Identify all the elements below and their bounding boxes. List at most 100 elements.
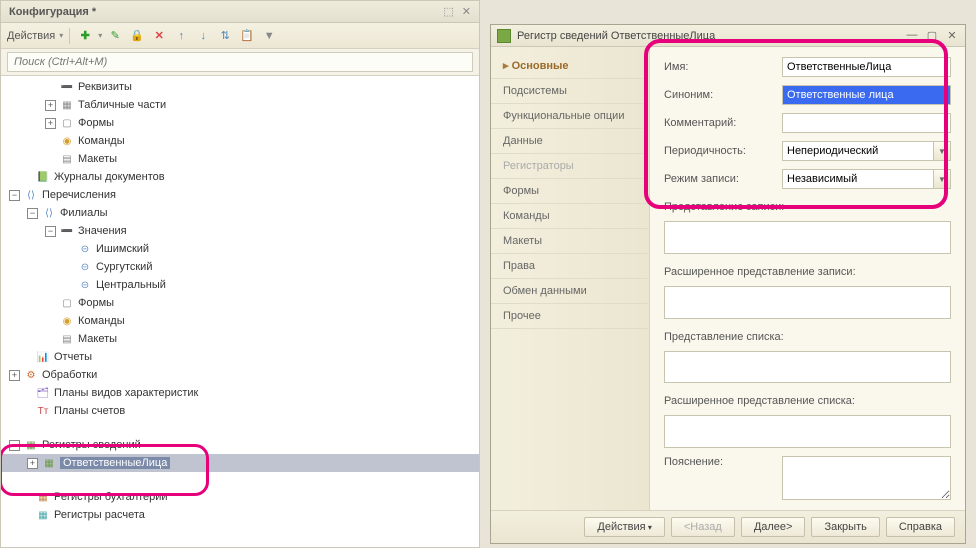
- tree-item[interactable]: −⟨⟩Перечисления: [1, 186, 479, 204]
- tree-item[interactable]: ⊝Центральный: [1, 276, 479, 294]
- config-tree[interactable]: ➖Реквизиты +▦Табличные части +▢Формы ◉Ко…: [1, 76, 479, 547]
- journal-icon: 📗: [36, 170, 50, 184]
- config-header: Конфигурация * ⬚ ✕: [1, 1, 479, 23]
- register-icon: ▦: [24, 438, 38, 452]
- tree-item[interactable]: +⚙Обработки: [1, 366, 479, 384]
- accounts-icon: Тт: [36, 404, 50, 418]
- next-button[interactable]: Далее>: [741, 517, 806, 537]
- actions-button[interactable]: Действия: [7, 30, 55, 42]
- value-icon: ⊝: [78, 278, 92, 292]
- dialog-title: Регистр сведений ОтветственныеЛица: [517, 30, 899, 42]
- config-title: Конфигурация *: [9, 6, 96, 18]
- form-icon: ▢: [60, 116, 74, 130]
- label-name: Имя:: [664, 61, 774, 73]
- tree-item[interactable]: ⊝Сургутский: [1, 258, 479, 276]
- input-explanation[interactable]: [782, 456, 951, 500]
- tree-item[interactable]: 📗Журналы документов: [1, 168, 479, 186]
- tree-item[interactable]: ▤Макеты: [1, 330, 479, 348]
- tree-item[interactable]: 📊Отчеты: [1, 348, 479, 366]
- input-name[interactable]: [782, 57, 951, 77]
- value-icon: ⊝: [78, 242, 92, 256]
- nav-commands[interactable]: Команды: [491, 204, 649, 229]
- nav-main[interactable]: Основные: [491, 53, 649, 79]
- add-icon[interactable]: ✚: [76, 27, 94, 45]
- tree-item[interactable]: −➖Значения: [1, 222, 479, 240]
- filter-icon[interactable]: ▼: [260, 27, 278, 45]
- enum-icon: ⟨⟩: [42, 206, 56, 220]
- help-button[interactable]: Справка: [886, 517, 955, 537]
- close-icon[interactable]: ✕: [945, 29, 959, 42]
- tree-item[interactable]: ➖Реквизиты: [1, 78, 479, 96]
- input-list-view[interactable]: [664, 351, 951, 384]
- dropdown-icon[interactable]: ▼: [933, 169, 951, 189]
- tree-item[interactable]: ◉Команды: [1, 312, 479, 330]
- search-row: [1, 49, 479, 76]
- tree-item[interactable]: +▢Формы: [1, 114, 479, 132]
- tree-item[interactable]: +▦Табличные части: [1, 96, 479, 114]
- tree-item[interactable]: ▤Макеты: [1, 150, 479, 168]
- input-comment[interactable]: [782, 113, 951, 133]
- register-icon: [497, 29, 511, 43]
- nav-subsystems[interactable]: Подсистемы: [491, 79, 649, 104]
- delete-icon[interactable]: ✕: [150, 27, 168, 45]
- processing-icon: ⚙: [24, 368, 38, 382]
- layout-icon: ▤: [60, 332, 74, 346]
- config-panel: Конфигурация * ⬚ ✕ Действия ▾ ✚ ▾ ✎ 🔒 ✕ …: [0, 0, 480, 548]
- down-icon[interactable]: ↓: [194, 27, 212, 45]
- dialog-titlebar[interactable]: Регистр сведений ОтветственныеЛица — ▢ ✕: [491, 25, 965, 47]
- register-icon: ▦: [42, 456, 56, 470]
- maximize-icon[interactable]: ▢: [925, 29, 939, 42]
- report-icon[interactable]: 📋: [238, 27, 256, 45]
- close-icon[interactable]: ✕: [462, 5, 471, 18]
- input-ext-list-view[interactable]: [664, 415, 951, 448]
- nav-func-options[interactable]: Функциональные опции: [491, 104, 649, 129]
- config-toolbar: Действия ▾ ✚ ▾ ✎ 🔒 ✕ ↑ ↓ ⇅ 📋 ▼: [1, 23, 479, 49]
- tree-item[interactable]: ▦Регистры бухгалтерии: [1, 488, 479, 506]
- dialog-footer: Действия <Назад Далее> Закрыть Справка: [491, 510, 965, 543]
- label-periodicity: Периодичность:: [664, 145, 774, 157]
- tree-item[interactable]: −⟨⟩Филиалы: [1, 204, 479, 222]
- select-periodicity[interactable]: [782, 141, 933, 161]
- tree-item[interactable]: ⊝Ишимский: [1, 240, 479, 258]
- label-synonym: Синоним:: [664, 89, 774, 101]
- nav-data[interactable]: Данные: [491, 129, 649, 154]
- dialog-nav: Основные Подсистемы Функциональные опции…: [491, 47, 650, 510]
- nav-registrators[interactable]: Регистраторы: [491, 154, 649, 179]
- nav-exchange[interactable]: Обмен данными: [491, 279, 649, 304]
- nav-other[interactable]: Прочее: [491, 304, 649, 329]
- calc-reg-icon: ▦: [36, 508, 50, 522]
- tree-item-selected[interactable]: +▦ОтветственныеЛица: [1, 454, 479, 472]
- tree-item-registers[interactable]: −▦Регистры сведений: [1, 436, 479, 454]
- nav-layouts[interactable]: Макеты: [491, 229, 649, 254]
- tree-item[interactable]: 🗂Планы видов характеристик: [1, 384, 479, 402]
- input-synonym[interactable]: [782, 85, 951, 105]
- label-comment: Комментарий:: [664, 117, 774, 129]
- nav-forms[interactable]: Формы: [491, 179, 649, 204]
- pin-icon[interactable]: ⬚: [443, 5, 453, 18]
- nav-rights[interactable]: Права: [491, 254, 649, 279]
- actions-button[interactable]: Действия: [584, 517, 664, 537]
- dropdown-icon[interactable]: ▼: [933, 141, 951, 161]
- tree-item[interactable]: ◉Команды: [1, 132, 479, 150]
- value-icon: ⊝: [78, 260, 92, 274]
- tree-item[interactable]: ТтПланы счетов: [1, 402, 479, 420]
- select-write-mode[interactable]: [782, 169, 933, 189]
- close-button[interactable]: Закрыть: [811, 517, 879, 537]
- lock-icon[interactable]: 🔒: [128, 27, 146, 45]
- enum-icon: ⟨⟩: [24, 188, 38, 202]
- back-button[interactable]: <Назад: [671, 517, 735, 537]
- label-ext-list-view: Расширенное представление списка:: [664, 395, 951, 407]
- search-input[interactable]: [7, 52, 473, 72]
- tree-item[interactable]: ▦Регистры расчета: [1, 506, 479, 524]
- input-record-view[interactable]: [664, 221, 951, 254]
- tree-item[interactable]: ▢Формы: [1, 294, 479, 312]
- register-dialog: Регистр сведений ОтветственныеЛица — ▢ ✕…: [490, 24, 966, 544]
- edit-icon[interactable]: ✎: [106, 27, 124, 45]
- minimize-icon[interactable]: —: [905, 29, 919, 42]
- label-explanation: Пояснение:: [664, 456, 774, 468]
- input-ext-record-view[interactable]: [664, 286, 951, 319]
- command-icon: ◉: [60, 134, 74, 148]
- sort-icon[interactable]: ⇅: [216, 27, 234, 45]
- table-icon: ▦: [60, 98, 74, 112]
- up-icon[interactable]: ↑: [172, 27, 190, 45]
